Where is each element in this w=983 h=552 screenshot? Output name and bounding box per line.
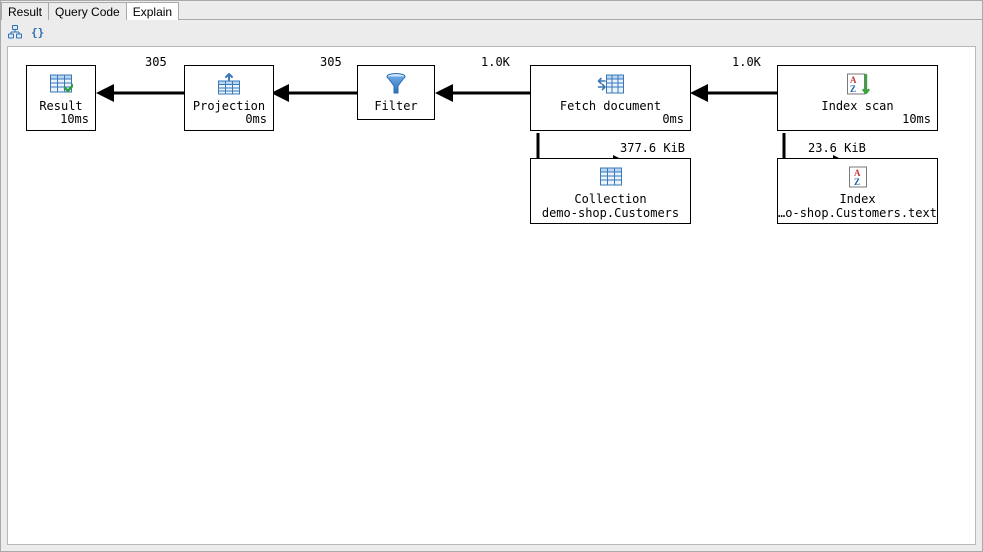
node-projection-timing: 0ms: [245, 112, 267, 126]
fetch-document-icon: [597, 72, 625, 96]
tab-explain[interactable]: Explain: [126, 2, 179, 20]
explain-canvas[interactable]: 305 305 1.0K 1.0K 377.6 KiB 23.6 KiB: [8, 47, 975, 544]
node-result-timing: 10ms: [60, 112, 89, 126]
node-result[interactable]: Result 10ms: [26, 65, 96, 131]
edge-label-fetch-indexscan: 1.0K: [732, 55, 761, 69]
node-fetch-document-label: Fetch document: [560, 100, 661, 113]
edge-label-result-projection: 305: [145, 55, 167, 69]
funnel-icon: [384, 72, 408, 96]
result-grid-icon: [49, 72, 73, 96]
svg-text:{}: {}: [31, 26, 44, 39]
node-index-scan-label: Index scan: [821, 100, 893, 113]
node-index-label: Index: [839, 193, 875, 206]
tab-row: Result Query Code Explain: [1, 1, 982, 20]
node-index-scan[interactable]: A Z Index scan 10ms: [777, 65, 938, 131]
table-icon: [599, 165, 623, 189]
node-collection-sublabel: demo-shop.Customers: [542, 207, 679, 220]
raw-json-icon[interactable]: {}: [29, 24, 45, 40]
node-collection-label: Collection: [574, 193, 646, 206]
svg-text:Z: Z: [854, 177, 860, 187]
edge-label-fetch-collection: 377.6 KiB: [620, 141, 685, 155]
node-fetch-document-timing: 0ms: [662, 112, 684, 126]
node-filter[interactable]: Filter: [357, 65, 435, 120]
node-index-sublabel: …o-shop.Customers.text: [778, 207, 937, 220]
node-fetch-document[interactable]: Fetch document 0ms: [530, 65, 691, 131]
projection-icon: [217, 72, 241, 96]
edge-label-projection-filter: 305: [320, 55, 342, 69]
node-projection[interactable]: Projection 0ms: [184, 65, 274, 131]
index-scan-icon: A Z: [846, 72, 870, 96]
toolbar: {}: [1, 20, 982, 42]
tab-querycode[interactable]: Query Code: [48, 2, 127, 20]
explain-window: Result Query Code Explain {}: [0, 0, 983, 552]
tree-view-icon[interactable]: [7, 24, 23, 40]
edge-label-filter-fetch: 1.0K: [481, 55, 510, 69]
node-filter-label: Filter: [374, 100, 417, 113]
edge-label-indexscan-index: 23.6 KiB: [808, 141, 866, 155]
node-collection[interactable]: Collection demo-shop.Customers: [530, 158, 691, 224]
explain-canvas-wrap: 305 305 1.0K 1.0K 377.6 KiB 23.6 KiB: [7, 46, 976, 545]
node-index[interactable]: A Z Index …o-shop.Customers.text: [777, 158, 938, 224]
svg-text:Z: Z: [850, 84, 856, 94]
tab-result[interactable]: Result: [1, 2, 49, 20]
az-sort-icon: A Z: [848, 165, 868, 189]
node-index-scan-timing: 10ms: [902, 112, 931, 126]
